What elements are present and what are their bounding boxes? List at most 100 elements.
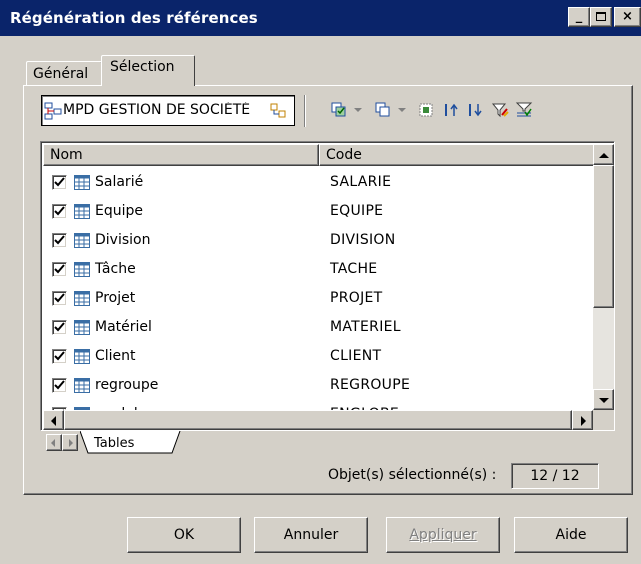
table-row[interactable]: Division DIVISION (43, 226, 595, 255)
filter-icon[interactable] (491, 101, 509, 119)
scroll-thumb[interactable] (593, 165, 614, 308)
arrow-up-icon (599, 153, 609, 158)
hscroll-thumb[interactable] (64, 410, 572, 430)
checkmark-icon (54, 351, 65, 361)
table-icon (74, 320, 90, 335)
row-checkbox[interactable] (52, 291, 67, 306)
model-browse-button[interactable] (267, 100, 291, 122)
scroll-corner (593, 410, 614, 430)
row-checkbox[interactable] (52, 204, 67, 219)
row-code: REGROUPE (330, 377, 411, 393)
row-code: DIVISION (330, 232, 396, 248)
selection-list[interactable]: Nom Code Salarié SALARIE Equipe EQUIPE Divis… (40, 141, 615, 431)
column-header-name-label: Nom (50, 147, 83, 163)
column-header-code[interactable]: Code (319, 144, 595, 166)
table-row[interactable]: Equipe EQUIPE (43, 197, 595, 226)
arrow-left-icon (51, 416, 56, 426)
move-up-icon[interactable] (442, 101, 460, 119)
select-dropdown-icon[interactable] (354, 108, 362, 112)
minimize-icon: _ (575, 9, 583, 24)
tab-general[interactable]: Général (26, 61, 102, 86)
row-code: TACHE (330, 261, 378, 277)
table-row[interactable]: regroupe REGROUPE (43, 371, 595, 400)
row-checkbox[interactable] (52, 233, 67, 248)
row-checkbox[interactable] (52, 349, 67, 364)
row-name: regroupe (95, 377, 159, 393)
scroll-up-button[interactable] (593, 144, 614, 165)
row-checkbox[interactable] (52, 175, 67, 190)
maximize-button[interactable] (590, 7, 612, 27)
arrow-right-icon (581, 416, 586, 426)
row-name: Projet (95, 290, 136, 306)
table-icon (74, 233, 90, 248)
move-down-icon[interactable] (466, 101, 484, 119)
scroll-right-button[interactable] (572, 410, 593, 430)
table-row[interactable]: Client CLIENT (43, 342, 595, 371)
row-checkbox[interactable] (52, 262, 67, 277)
apply-button-label: Appliquer (409, 527, 477, 543)
arrow-down-icon (599, 398, 609, 403)
sheet-tab-tables[interactable]: Tables (80, 431, 182, 457)
checkmark-icon (54, 206, 65, 216)
select-none-icon[interactable] (417, 101, 435, 119)
row-code: MATERIEL (330, 319, 401, 335)
row-code: EQUIPE (330, 203, 384, 219)
checkmark-icon (54, 322, 65, 332)
row-name: Tâche (95, 261, 136, 277)
checkmark-icon (54, 380, 65, 390)
table-icon (74, 378, 90, 393)
sheet-tabs: Tables (40, 431, 615, 457)
tab-selection-label: Sélection (110, 59, 175, 75)
checkmark-icon (54, 177, 65, 187)
close-button[interactable]: × (614, 7, 641, 27)
scroll-down-button[interactable] (593, 389, 614, 410)
table-icon (74, 291, 90, 306)
sheet-prev-icon (51, 439, 55, 447)
row-name: Salarié (95, 174, 144, 190)
row-code: SALARIE (330, 174, 392, 190)
title-bar[interactable]: Régénération des références _ × (0, 0, 641, 36)
browse-model-icon (270, 103, 286, 118)
table-icon (74, 349, 90, 364)
cancel-button[interactable]: Annuler (254, 517, 368, 553)
table-row[interactable]: Matériel MATERIEL (43, 313, 595, 342)
row-checkbox[interactable] (52, 378, 67, 393)
deselect-icon[interactable] (374, 101, 392, 119)
maximize-icon (596, 12, 606, 21)
apply-button[interactable]: Appliquer (386, 517, 500, 553)
sheet-tab-tables-label: Tables (93, 436, 135, 451)
scroll-left-button[interactable] (43, 410, 64, 430)
filter-selection-icon[interactable] (515, 101, 533, 119)
minimize-button[interactable]: _ (568, 7, 590, 27)
model-selector[interactable]: MPD GESTION DE SOCIÉTÉ (41, 95, 295, 126)
sheet-prev-button[interactable] (46, 434, 62, 451)
row-name: Client (95, 348, 136, 364)
row-code: PROJET (330, 290, 383, 306)
table-row[interactable]: Tâche TACHE (43, 255, 595, 284)
table-icon (74, 204, 90, 219)
selected-count-text: 12 / 12 (530, 468, 580, 484)
row-code: CLIENT (330, 348, 382, 364)
close-icon: × (622, 9, 633, 24)
deselect-dropdown-icon[interactable] (398, 108, 406, 112)
table-icon (74, 175, 90, 190)
table-row[interactable]: Salarié SALARIE (43, 168, 595, 197)
selected-count-value: 12 / 12 (511, 463, 599, 489)
tab-selection[interactable]: Sélection (101, 55, 195, 86)
ok-button[interactable]: OK (127, 517, 241, 553)
column-header-name[interactable]: Nom (43, 144, 319, 166)
vertical-scrollbar[interactable] (593, 144, 614, 410)
help-button[interactable]: Aide (514, 517, 628, 553)
select-all-icon[interactable] (330, 101, 348, 119)
sheet-next-icon (69, 439, 73, 447)
row-name: Matériel (95, 319, 152, 335)
row-checkbox[interactable] (52, 320, 67, 335)
selected-count-label: Objet(s) sélectionné(s) : (328, 467, 497, 483)
table-icon (74, 262, 90, 277)
table-row[interactable]: Projet PROJET (43, 284, 595, 313)
window-title: Régénération des références (10, 9, 258, 27)
dialog-window: Régénération des références _ × Général … (0, 0, 641, 564)
horizontal-scrollbar[interactable] (43, 410, 593, 430)
model-icon (44, 102, 62, 120)
sheet-next-button[interactable] (62, 434, 78, 451)
